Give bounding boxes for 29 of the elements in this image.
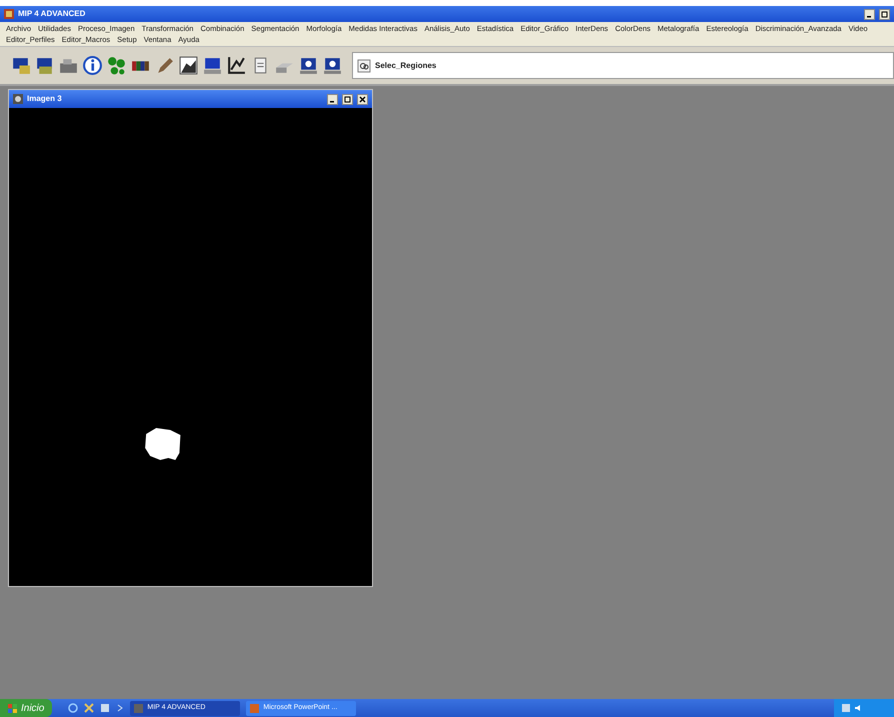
minimize-button[interactable] — [327, 94, 338, 104]
monitor-icon[interactable] — [10, 55, 31, 76]
image-window-title: Imagen 3 — [27, 93, 62, 105]
dots-icon[interactable] — [106, 55, 127, 76]
window-icon — [13, 94, 23, 104]
app-icon — [4, 9, 14, 19]
speaker-icon — [854, 704, 862, 712]
window-title: MIP 4 ADVANCED — [18, 8, 86, 20]
chart-icon[interactable] — [226, 55, 247, 76]
close-icon — [359, 96, 366, 102]
combo-value: Selec_Regiones — [375, 60, 436, 72]
computer-icon[interactable] — [202, 55, 223, 76]
minimize-button[interactable] — [864, 8, 875, 20]
link-icon — [357, 58, 371, 72]
monitor-icon[interactable] — [34, 55, 55, 76]
info-icon[interactable] — [82, 55, 103, 76]
app-icon — [250, 704, 260, 712]
histogram-icon[interactable] — [178, 55, 199, 76]
start-button[interactable]: Inicio — [0, 699, 52, 717]
app-icon — [134, 704, 144, 712]
maximize-button[interactable] — [879, 8, 890, 20]
windows-logo-icon — [8, 704, 17, 712]
maximize-button[interactable] — [342, 94, 353, 104]
monitor-icon[interactable] — [298, 55, 319, 76]
close-button[interactable] — [357, 94, 368, 104]
monitor-icon[interactable] — [322, 55, 343, 76]
maximize-icon — [881, 10, 888, 18]
maximize-icon — [344, 96, 351, 102]
region-select-combo[interactable]: Selec_Regiones — [352, 52, 894, 79]
